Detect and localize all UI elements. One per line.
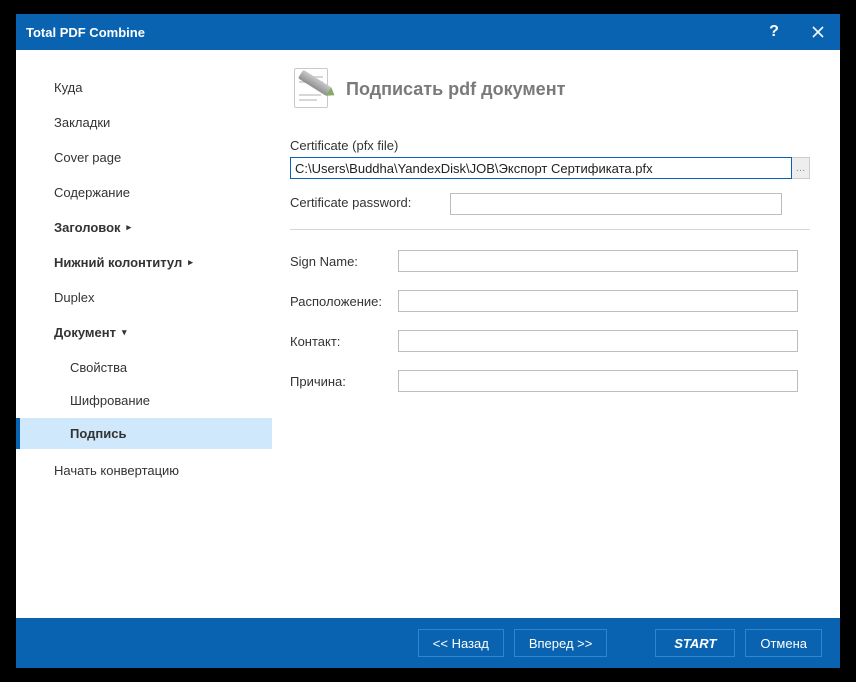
chevron-right-icon: ▸ bbox=[188, 257, 193, 268]
nav-label: Документ bbox=[54, 325, 116, 340]
button-label: Вперед >> bbox=[529, 636, 593, 651]
nav-contents[interactable]: Содержание bbox=[16, 177, 272, 208]
sign-name-input[interactable] bbox=[398, 250, 798, 272]
nav-start-convert[interactable]: Начать конвертацию bbox=[16, 455, 272, 486]
nav-label: Начать конвертацию bbox=[54, 463, 179, 478]
nav-label: Нижний колонтитул bbox=[54, 255, 182, 270]
page-heading: Подписать pdf документ bbox=[290, 68, 810, 110]
sign-document-icon bbox=[290, 68, 334, 110]
nav-label: Подпись bbox=[70, 426, 126, 441]
nav-bookmarks[interactable]: Закладки bbox=[16, 107, 272, 138]
close-icon bbox=[812, 26, 824, 38]
next-button[interactable]: Вперед >> bbox=[514, 629, 608, 657]
cert-file-label: Certificate (pfx file) bbox=[290, 138, 810, 153]
nav-label: Содержание bbox=[54, 185, 130, 200]
contact-input[interactable] bbox=[398, 330, 798, 352]
help-button[interactable]: ? bbox=[752, 14, 796, 50]
nav-kuda[interactable]: Куда bbox=[16, 72, 272, 103]
nav-label: Duplex bbox=[54, 290, 94, 305]
button-label: << Назад bbox=[433, 636, 489, 651]
chevron-down-icon: ▾ bbox=[122, 327, 127, 338]
close-button[interactable] bbox=[796, 14, 840, 50]
nav-document[interactable]: Документ ▾ bbox=[16, 317, 272, 348]
nav-label: Куда bbox=[54, 80, 82, 95]
nav-sub-signature[interactable]: Подпись bbox=[16, 418, 272, 449]
body: Куда Закладки Cover page Содержание Заго… bbox=[16, 50, 840, 618]
app-window: Total PDF Combine ? Куда Закладки Cover … bbox=[16, 14, 840, 668]
reason-label: Причина: bbox=[290, 374, 398, 389]
sidebar: Куда Закладки Cover page Содержание Заго… bbox=[16, 50, 272, 618]
nav-sub-encryption[interactable]: Шифрование bbox=[16, 385, 272, 416]
nav-label: Закладки bbox=[54, 115, 110, 130]
button-label: Отмена bbox=[760, 636, 807, 651]
location-label: Расположение: bbox=[290, 294, 398, 309]
reason-input[interactable] bbox=[398, 370, 798, 392]
window-title: Total PDF Combine bbox=[26, 25, 145, 40]
nav-cover-page[interactable]: Cover page bbox=[16, 142, 272, 173]
nav-header[interactable]: Заголовок ▸ bbox=[16, 212, 272, 243]
footer-bar: << Назад Вперед >> START Отмена bbox=[16, 618, 840, 668]
nav-duplex[interactable]: Duplex bbox=[16, 282, 272, 313]
back-button[interactable]: << Назад bbox=[418, 629, 504, 657]
separator bbox=[290, 229, 810, 230]
location-input[interactable] bbox=[398, 290, 798, 312]
browse-button[interactable]: … bbox=[792, 157, 810, 179]
cert-file-input[interactable] bbox=[290, 157, 792, 179]
sign-name-label: Sign Name: bbox=[290, 254, 398, 269]
nav-sub-properties[interactable]: Свойства bbox=[16, 352, 272, 383]
start-button[interactable]: START bbox=[655, 629, 735, 657]
contact-label: Контакт: bbox=[290, 334, 398, 349]
chevron-right-icon: ▸ bbox=[127, 222, 132, 233]
button-label: START bbox=[674, 636, 716, 651]
nav-label: Свойства bbox=[70, 360, 127, 375]
nav-label: Шифрование bbox=[70, 393, 150, 408]
main-panel: Подписать pdf документ Certificate (pfx … bbox=[272, 50, 840, 618]
cert-password-input[interactable] bbox=[450, 193, 782, 215]
titlebar: Total PDF Combine ? bbox=[16, 14, 840, 50]
cancel-button[interactable]: Отмена bbox=[745, 629, 822, 657]
cert-password-label: Certificate password: bbox=[290, 195, 450, 210]
nav-footer[interactable]: Нижний колонтитул ▸ bbox=[16, 247, 272, 278]
nav-label: Cover page bbox=[54, 150, 121, 165]
nav-label: Заголовок bbox=[54, 220, 121, 235]
page-title: Подписать pdf документ bbox=[346, 79, 565, 100]
